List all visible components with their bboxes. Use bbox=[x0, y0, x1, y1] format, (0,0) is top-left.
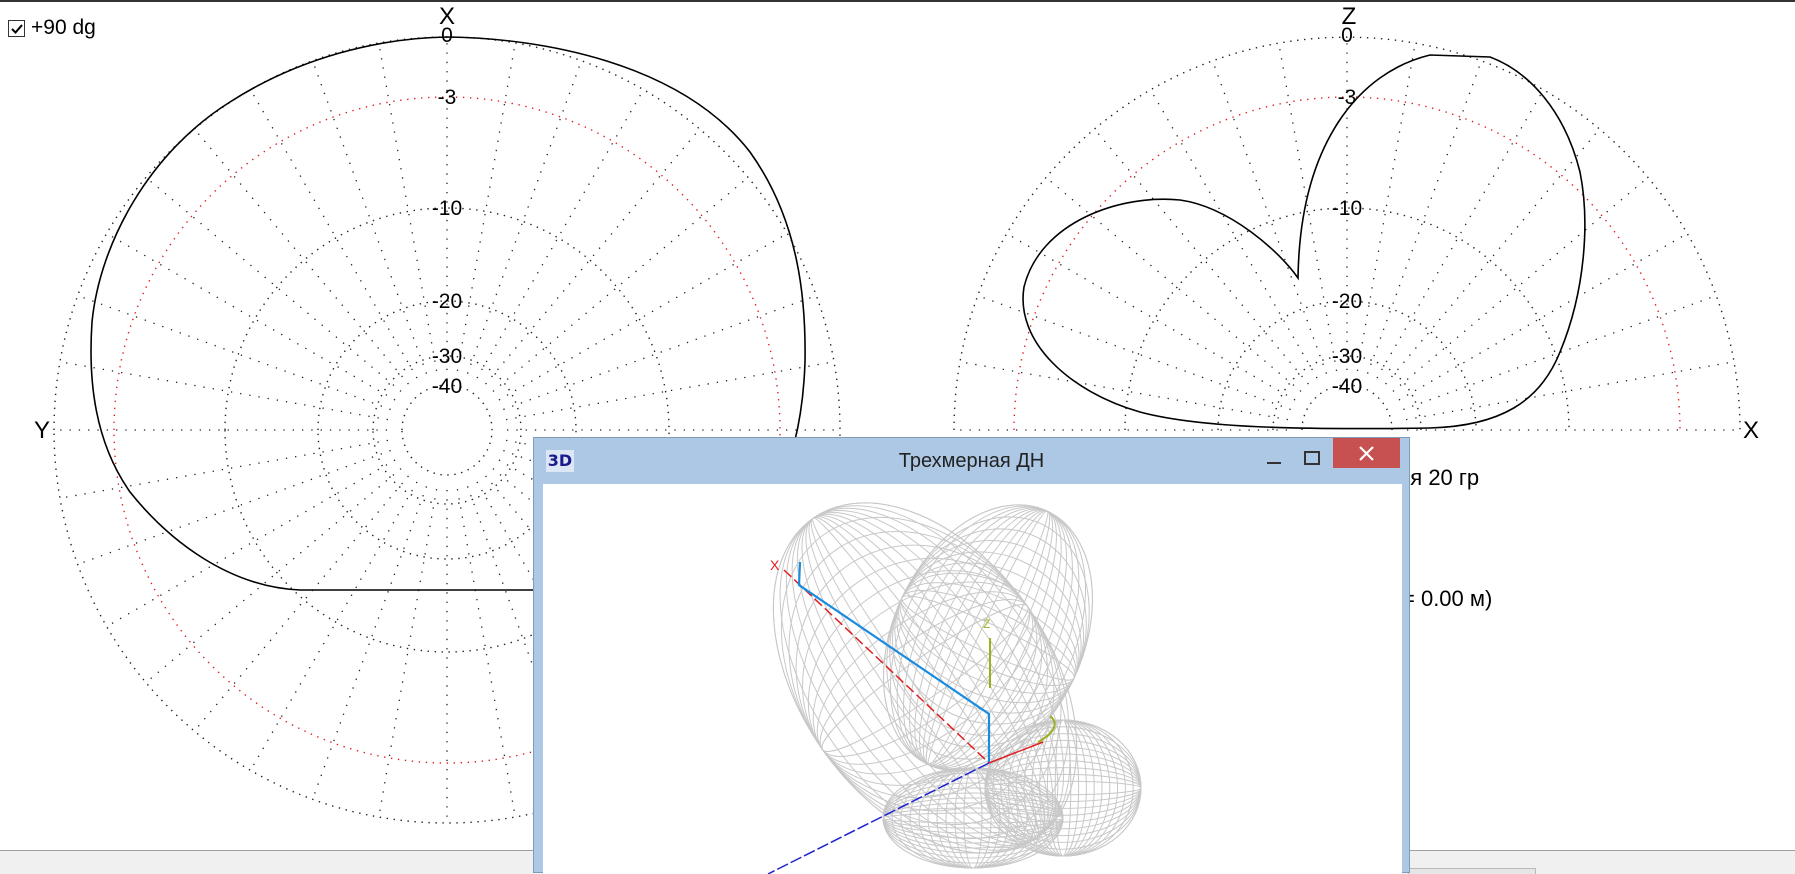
right-polar-grid: 0-3-10-20-30-40 bbox=[953, 24, 1741, 431]
checkbox-label: +90 dg bbox=[31, 16, 96, 39]
partial-label-elevation: ия 20 гр bbox=[1398, 465, 1480, 490]
plus-90-checkbox[interactable]: +90 dg bbox=[8, 16, 96, 40]
right-pattern-curve bbox=[1022, 54, 1586, 430]
ring-label: -30 bbox=[1332, 345, 1362, 368]
polar-spoke bbox=[498, 232, 788, 401]
maximize-icon bbox=[1304, 451, 1320, 465]
right-right-axis-label: X bbox=[1743, 417, 1759, 444]
polar-spoke bbox=[1278, 42, 1338, 372]
polar-spoke bbox=[456, 42, 516, 372]
polar-spoke bbox=[378, 488, 438, 818]
polar-spoke bbox=[1149, 89, 1318, 379]
ring-label: -20 bbox=[432, 290, 462, 313]
polar-spoke bbox=[1366, 60, 1483, 374]
polar-spoke bbox=[77, 449, 391, 566]
polar-spoke bbox=[106, 459, 396, 628]
maximize-button[interactable] bbox=[1298, 446, 1326, 472]
ring-label: -40 bbox=[432, 375, 462, 398]
checkmark-icon bbox=[11, 23, 23, 34]
ring-label: -10 bbox=[1332, 197, 1362, 220]
minimize-button[interactable] bbox=[1260, 446, 1288, 472]
checkbox-box[interactable] bbox=[8, 19, 25, 37]
polar-spoke bbox=[492, 176, 749, 392]
window-3d-pattern[interactable]: 3D Трехмерная ДН XZ bbox=[533, 437, 1410, 874]
polar-spoke bbox=[106, 232, 396, 401]
partial-label-height: = 0.00 м) bbox=[1402, 586, 1493, 611]
polar-spoke bbox=[193, 475, 409, 732]
minimize-icon bbox=[1267, 462, 1281, 464]
polar-spoke bbox=[1006, 232, 1296, 401]
pattern-3d-mesh: XZ bbox=[767, 502, 1142, 874]
ring-label: -10 bbox=[432, 197, 462, 220]
ring-label: -20 bbox=[1332, 290, 1362, 313]
polar-spoke bbox=[77, 294, 391, 411]
polar-spoke bbox=[1093, 128, 1309, 385]
polar-spoke bbox=[1376, 89, 1545, 379]
axis-z-label: Z bbox=[983, 617, 990, 631]
polar-spoke bbox=[485, 128, 701, 385]
left-top-axis-label: X bbox=[439, 3, 455, 30]
axis-x-label: X bbox=[770, 557, 780, 573]
polar-spoke bbox=[249, 481, 418, 771]
right-top-axis-label: Z bbox=[1342, 3, 1357, 30]
polar-spoke bbox=[249, 89, 418, 379]
ring-label: -3 bbox=[438, 86, 457, 109]
mesh-group bbox=[772, 502, 1142, 869]
polar-spoke bbox=[1356, 42, 1416, 372]
window-3d-canvas[interactable]: XZ bbox=[543, 484, 1402, 874]
polar-spoke bbox=[1392, 176, 1649, 392]
polar-spoke bbox=[476, 89, 645, 379]
polar-spoke bbox=[1405, 361, 1735, 421]
ring-label: -40 bbox=[1332, 375, 1362, 398]
polar-spoke bbox=[1398, 232, 1688, 401]
polar-spoke bbox=[456, 488, 516, 818]
polar-spoke bbox=[193, 128, 409, 385]
close-button[interactable] bbox=[1333, 438, 1400, 468]
ring-label: -30 bbox=[432, 345, 462, 368]
polar-spoke bbox=[959, 361, 1289, 421]
polar-spoke bbox=[1385, 128, 1601, 385]
polar-spoke bbox=[145, 468, 402, 684]
polar-spoke bbox=[505, 361, 835, 421]
close-icon bbox=[1359, 446, 1374, 461]
polar-spoke bbox=[466, 60, 583, 374]
polar-spoke bbox=[59, 361, 389, 421]
polar-spoke bbox=[311, 486, 428, 800]
left-left-axis-label: Y bbox=[34, 417, 50, 444]
polar-spoke bbox=[1045, 176, 1302, 392]
polar-spoke bbox=[378, 42, 438, 372]
status-tab[interactable] bbox=[1408, 868, 1536, 874]
ring-label: -3 bbox=[1338, 86, 1357, 109]
mesh-lobe bbox=[882, 767, 1064, 869]
polar-ring bbox=[401, 384, 493, 476]
polar-spoke bbox=[145, 176, 402, 392]
window-titlebar[interactable]: 3D Трехмерная ДН bbox=[534, 438, 1409, 484]
polar-spoke bbox=[59, 439, 389, 499]
